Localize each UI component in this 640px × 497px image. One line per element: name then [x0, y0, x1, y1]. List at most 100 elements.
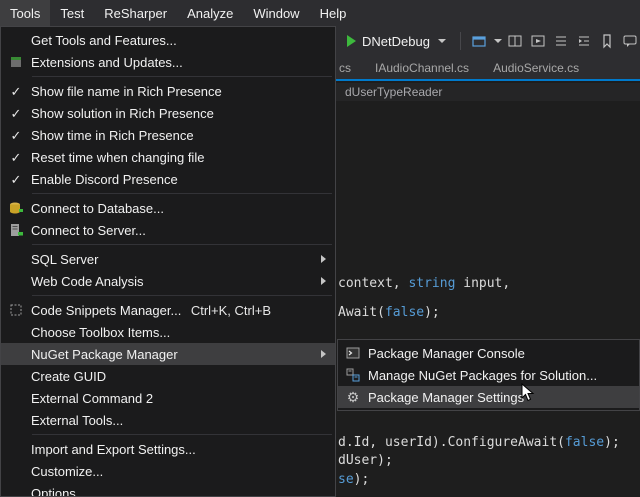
split-pane-icon [507, 33, 523, 49]
chevron-down-icon [494, 39, 502, 43]
submenu-item-label: Package Manager Settings [368, 390, 639, 405]
menu-gutter: ✓ [1, 129, 31, 142]
snippets-icon [8, 302, 24, 318]
menu-item-code-snippets-manager[interactable]: Code Snippets Manager... Ctrl+K, Ctrl+B [1, 299, 335, 321]
chevron-down-icon [438, 39, 446, 43]
submenu-item-label: Package Manager Console [368, 346, 639, 361]
menu-item-label: Customize... [31, 464, 335, 479]
code-line: d.Id, userId).ConfigureAwait(false); [338, 435, 620, 450]
menu-gutter [1, 54, 31, 70]
start-debugging-button[interactable]: DNetDebug [341, 32, 452, 51]
menubar-item-test[interactable]: Test [50, 0, 94, 26]
menu-item-connect-to-database[interactable]: Connect to Database... [1, 197, 335, 219]
menu-item-label: Web Code Analysis [31, 274, 321, 289]
menubar-item-tools[interactable]: Tools [0, 0, 50, 26]
menu-item-label: Import and Export Settings... [31, 442, 335, 457]
tools-menu: Get Tools and Features... Extensions and… [0, 26, 336, 497]
pane-navigate-button[interactable] [528, 29, 548, 53]
menu-item-label: NuGet Package Manager [31, 347, 321, 362]
code-line: Await(false); [338, 305, 440, 320]
menu-item-enable-discord-presence[interactable]: ✓ Enable Discord Presence [1, 168, 335, 190]
database-icon [8, 200, 24, 216]
checkmark-icon: ✓ [11, 107, 22, 120]
menu-item-show-solution[interactable]: ✓ Show solution in Rich Presence [1, 102, 335, 124]
server-icon [8, 222, 24, 238]
menu-item-show-file-name[interactable]: ✓ Show file name in Rich Presence [1, 80, 335, 102]
menu-item-label: Connect to Server... [31, 223, 335, 238]
menu-item-label: Choose Toolbox Items... [31, 325, 335, 340]
tab-partial[interactable]: cs [337, 56, 363, 79]
breadcrumb[interactable]: dUserTypeReader [345, 85, 442, 99]
gear-icon: ⚙ [347, 390, 360, 404]
menu-item-label: Connect to Database... [31, 201, 335, 216]
menu-gutter [338, 367, 368, 383]
menu-item-label: SQL Server [31, 252, 321, 267]
menu-item-get-tools-and-features[interactable]: Get Tools and Features... [1, 29, 335, 51]
menu-item-label: Show time in Rich Presence [31, 128, 335, 143]
code-line: se); [338, 472, 369, 487]
menu-item-sql-server[interactable]: SQL Server [1, 248, 335, 270]
menu-item-label: Create GUID [31, 369, 335, 384]
menu-item-label: Show solution in Rich Presence [31, 106, 335, 121]
menu-item-reset-time[interactable]: ✓ Reset time when changing file [1, 146, 335, 168]
menu-item-external-tools[interactable]: External Tools... [1, 409, 335, 431]
menu-item-extensions-and-updates[interactable]: Extensions and Updates... [1, 51, 335, 73]
toolbar-dropdown-button[interactable] [492, 29, 502, 53]
menu-item-choose-toolbox-items[interactable]: Choose Toolbox Items... [1, 321, 335, 343]
submenu-item-manage-nuget-packages[interactable]: Manage NuGet Packages for Solution... [338, 364, 639, 386]
checkmark-icon: ✓ [11, 151, 22, 164]
menubar-item-resharper[interactable]: ReSharper [94, 0, 177, 26]
tab-audioservice[interactable]: AudioService.cs [481, 56, 591, 79]
menu-item-label: Enable Discord Presence [31, 172, 335, 187]
menu-gutter: ⚙ [338, 390, 368, 404]
start-config-label: DNetDebug [362, 34, 430, 49]
menu-gutter: ✓ [1, 85, 31, 98]
menu-gutter [1, 200, 31, 216]
menu-item-web-code-analysis[interactable]: Web Code Analysis [1, 270, 335, 292]
menu-item-connect-to-server[interactable]: Connect to Server... [1, 219, 335, 241]
submenu-item-label: Manage NuGet Packages for Solution... [368, 368, 639, 383]
menu-bar: Tools Test ReSharper Analyze Window Help [0, 0, 640, 26]
checkmark-icon: ✓ [11, 129, 22, 142]
packages-icon [345, 367, 361, 383]
indent-button[interactable] [574, 29, 594, 53]
nuget-submenu: Package Manager Console Manage NuGet Pac… [337, 339, 640, 411]
menu-item-nuget-package-manager[interactable]: NuGet Package Manager [1, 343, 335, 365]
menu-separator [32, 434, 332, 435]
pane-arrow-icon [530, 33, 546, 49]
menu-item-label: Code Snippets Manager... [31, 303, 191, 318]
submenu-item-package-manager-settings[interactable]: ⚙ Package Manager Settings [338, 386, 639, 408]
menu-separator [32, 295, 332, 296]
code-line: context, string input, [338, 276, 510, 291]
menu-separator [32, 76, 332, 77]
menu-item-show-time[interactable]: ✓ Show time in Rich Presence [1, 124, 335, 146]
bookmark-button[interactable] [597, 29, 617, 53]
split-pane-button[interactable] [505, 29, 525, 53]
extensions-icon [8, 54, 24, 70]
list-lines-icon [553, 33, 569, 49]
menu-item-shortcut: Ctrl+K, Ctrl+B [191, 303, 335, 318]
line-list-button[interactable] [551, 29, 571, 53]
attach-process-button[interactable] [469, 29, 489, 53]
menu-item-label: Reset time when changing file [31, 150, 335, 165]
menu-item-import-export-settings[interactable]: Import and Export Settings... [1, 438, 335, 460]
tab-iaudiochannel[interactable]: IAudioChannel.cs [363, 56, 481, 79]
submenu-arrow-icon [321, 277, 326, 285]
menu-item-label: Get Tools and Features... [31, 33, 335, 48]
menubar-item-help[interactable]: Help [310, 0, 357, 26]
menu-item-external-command-2[interactable]: External Command 2 [1, 387, 335, 409]
comment-button[interactable] [620, 29, 640, 53]
menu-item-options[interactable]: Options... [1, 482, 335, 497]
menu-separator [32, 193, 332, 194]
comment-icon [622, 33, 638, 49]
submenu-item-package-manager-console[interactable]: Package Manager Console [338, 342, 639, 364]
menu-item-customize[interactable]: Customize... [1, 460, 335, 482]
menu-separator [32, 244, 332, 245]
checkmark-icon: ✓ [11, 85, 22, 98]
toolbar-separator [460, 32, 461, 50]
menu-gutter: ✓ [1, 173, 31, 186]
menubar-item-analyze[interactable]: Analyze [177, 0, 243, 26]
menu-item-create-guid[interactable]: Create GUID [1, 365, 335, 387]
menubar-item-window[interactable]: Window [243, 0, 309, 26]
menu-item-label: Extensions and Updates... [31, 55, 335, 70]
